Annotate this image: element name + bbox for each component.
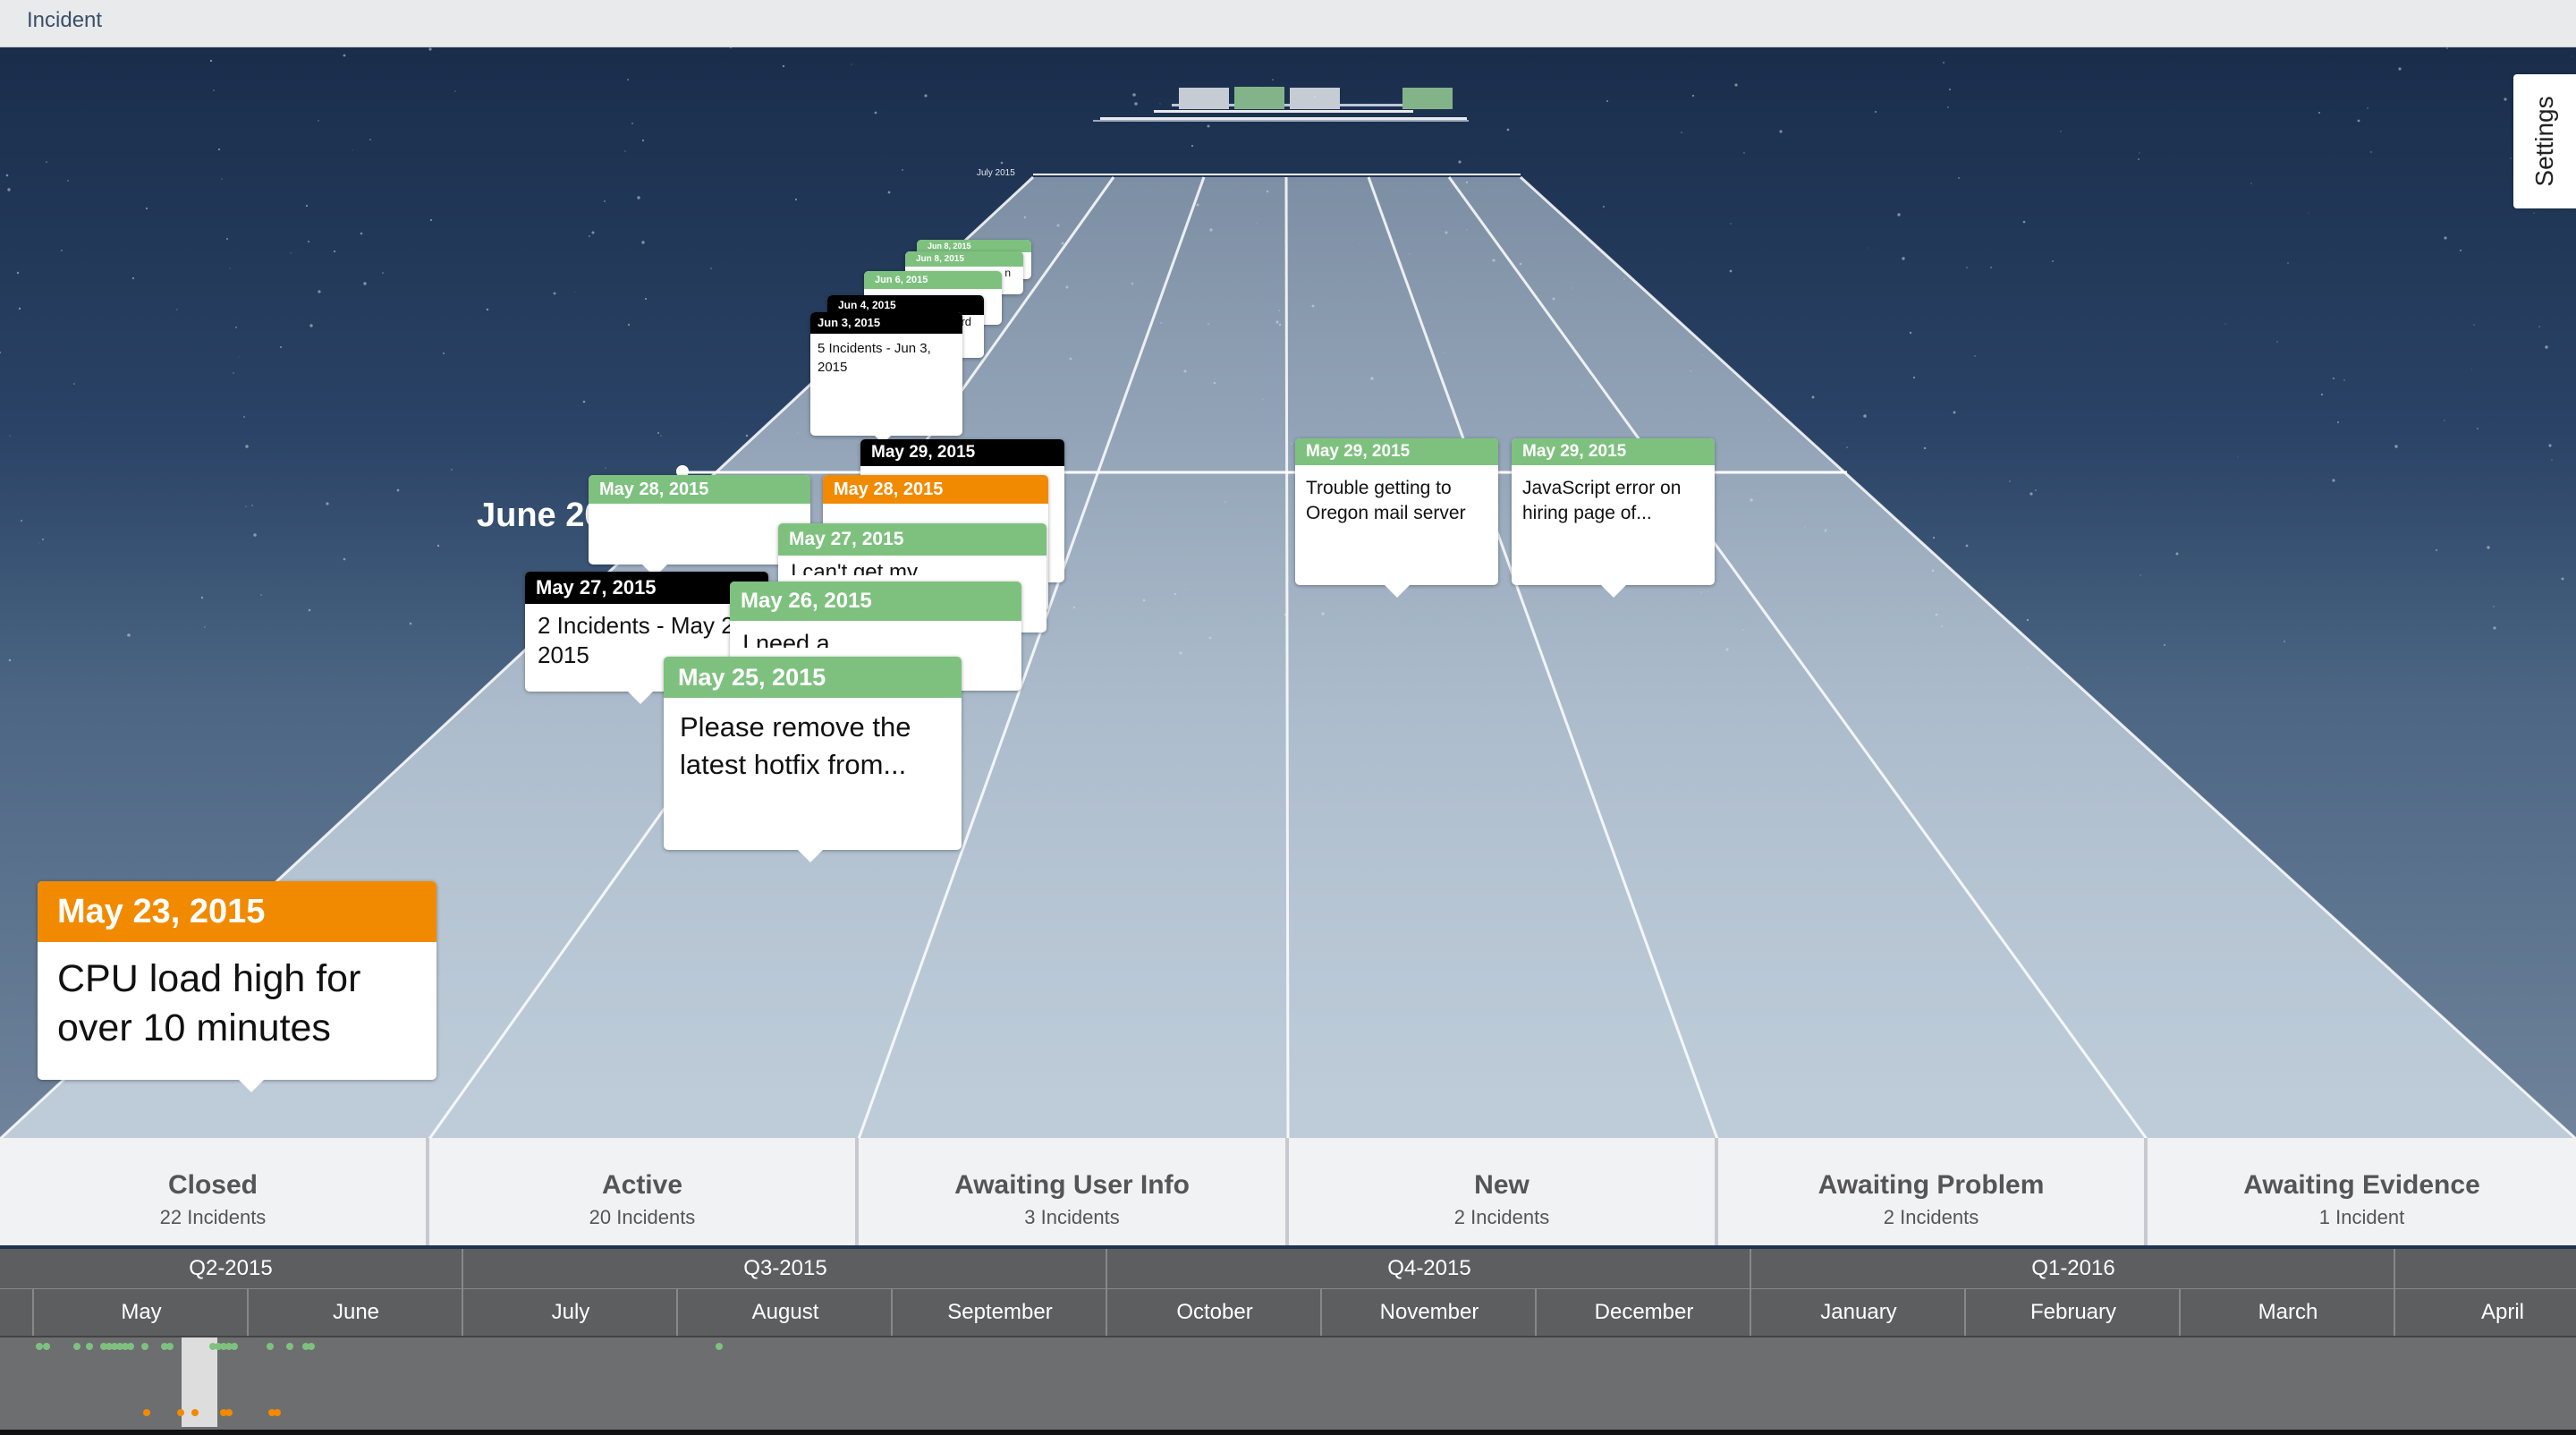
settings-button[interactable]: Settings — [2513, 74, 2576, 208]
quarter-label[interactable]: Q4-2015 — [1106, 1249, 1751, 1288]
incident-dot[interactable] — [231, 1343, 238, 1350]
incident-dot[interactable] — [127, 1343, 134, 1350]
lane-name: Awaiting Problem — [1818, 1170, 2045, 1200]
quarter-row: Q2-2015 Q3-2015 Q4-2015 Q1-2016 — [0, 1249, 2576, 1289]
month-label-december[interactable]: December — [1535, 1289, 1751, 1336]
incident-dot[interactable] — [177, 1409, 184, 1416]
incident-card[interactable]: May 23, 2015 CPU load high for over 10 m… — [38, 881, 436, 1092]
incident-dot[interactable] — [143, 1409, 150, 1416]
timeline-navigator[interactable]: Q2-2015 Q3-2015 Q4-2015 Q1-2016 May June… — [0, 1249, 2576, 1435]
card-summary: Please remove the latest hotfix from... — [680, 711, 911, 780]
incident-dot[interactable] — [274, 1409, 281, 1416]
quarter-label[interactable]: Q1-2016 — [1750, 1249, 2395, 1288]
status-lanes: Closed 22 Incidents Active 20 Incidents … — [0, 1138, 2576, 1245]
card-date: May 29, 2015 — [1295, 438, 1498, 465]
month-label-november[interactable]: November — [1320, 1289, 1537, 1336]
month-label-february[interactable]: February — [1964, 1289, 2181, 1336]
month-label-august[interactable]: August — [676, 1289, 893, 1336]
card-date: May 28, 2015 — [823, 475, 1048, 504]
app-title: Incident — [27, 8, 103, 32]
incident-dot[interactable] — [166, 1343, 174, 1350]
card-date: May 26, 2015 — [730, 582, 1021, 621]
month-label-october[interactable]: October — [1106, 1289, 1322, 1336]
incident-card[interactable]: May 29, 2015 JavaScript error on hiring … — [1512, 438, 1715, 598]
incident-dot[interactable] — [286, 1343, 293, 1350]
month-label-june[interactable]: June — [247, 1289, 463, 1336]
card-date: May 29, 2015 — [860, 439, 1064, 466]
incident-dot[interactable] — [43, 1343, 50, 1350]
card-date: May 25, 2015 — [664, 657, 962, 698]
card-date: Jun 8, 2015 — [917, 240, 1031, 252]
card-date: Jun 8, 2015 — [905, 251, 1023, 267]
incident-dot-row — [0, 1337, 2576, 1431]
incident-dot[interactable] — [191, 1409, 199, 1416]
incident-card[interactable]: May 25, 2015 Please remove the latest ho… — [664, 657, 962, 862]
month-label-september[interactable]: September — [891, 1289, 1107, 1336]
lane-name: Closed — [167, 1170, 258, 1200]
timeline-scene[interactable]: July 2015 June 2015 Jun 8, 2015 Jun 8, 2… — [0, 47, 2576, 1140]
lane-count: 2 Incidents — [1883, 1206, 1979, 1228]
lane-count: 20 Incidents — [589, 1206, 696, 1228]
card-summary: JavaScript error on hiring page of... — [1522, 478, 1682, 523]
card-date: May 27, 2015 — [778, 523, 1046, 556]
month-label-july[interactable]: July — [462, 1289, 678, 1336]
lane-active[interactable]: Active 20 Incidents — [429, 1138, 859, 1245]
card-date: Jun 3, 2015 — [810, 312, 962, 334]
incident-card[interactable]: May 29, 2015 Trouble getting to Oregon m… — [1295, 438, 1498, 598]
month-cell[interactable] — [0, 1289, 32, 1336]
quarter-label[interactable] — [2394, 1249, 2576, 1288]
card-date: May 23, 2015 — [38, 881, 436, 942]
incident-card[interactable]: May 28, 2015 — [589, 475, 810, 577]
month-label-january[interactable]: January — [1750, 1289, 1966, 1336]
card-summary: 5 Incidents - Jun 3, 2015 — [818, 341, 931, 375]
lane-count: 1 Incident — [2318, 1206, 2405, 1228]
lane-awaiting-user-info[interactable]: Awaiting User Info 3 Incidents — [859, 1138, 1289, 1245]
lane-closed[interactable]: Closed 22 Incidents — [0, 1138, 429, 1245]
lane-awaiting-evidence[interactable]: Awaiting Evidence 1 Incident — [2148, 1138, 2576, 1245]
month-row: May June July August September October N… — [0, 1289, 2576, 1337]
quarter-label[interactable]: Q2-2015 — [0, 1249, 462, 1288]
card-date: May 29, 2015 — [1512, 438, 1715, 465]
incident-dot[interactable] — [716, 1343, 723, 1350]
card-date: Jun 6, 2015 — [864, 271, 1002, 289]
incident-dot[interactable] — [141, 1343, 148, 1350]
incident-card[interactable]: Jun 3, 2015 5 Incidents - Jun 3, 2015 — [810, 312, 962, 444]
card-summary: CPU load high for over 10 minutes — [57, 957, 361, 1049]
incident-dot[interactable] — [308, 1343, 315, 1350]
card-date: May 28, 2015 — [589, 475, 810, 504]
month-label-april[interactable]: April — [2394, 1289, 2576, 1336]
lane-count: 3 Incidents — [1024, 1206, 1120, 1228]
bottom-edge — [0, 1430, 2576, 1435]
title-bar: Incident — [0, 0, 2576, 47]
lane-name: New — [1474, 1170, 1530, 1200]
card-summary: Trouble getting to Oregon mail server — [1306, 478, 1466, 523]
month-label-may[interactable]: May — [32, 1289, 249, 1336]
incident-dot[interactable] — [267, 1343, 274, 1350]
quarter-label[interactable]: Q3-2015 — [462, 1249, 1107, 1288]
incident-dot[interactable] — [73, 1343, 80, 1350]
card-summary: I can't get my — [791, 560, 918, 576]
lane-name: Awaiting User Info — [954, 1170, 1190, 1200]
lane-name: Awaiting Evidence — [2243, 1170, 2480, 1200]
lane-count: 22 Incidents — [159, 1206, 267, 1228]
card-summary: I need a — [742, 630, 830, 648]
lane-name: Active — [601, 1170, 683, 1200]
settings-label: Settings — [2530, 96, 2558, 187]
lane-count: 2 Incidents — [1453, 1206, 1550, 1228]
month-label-march[interactable]: March — [2179, 1289, 2395, 1336]
incident-dot[interactable] — [36, 1343, 43, 1350]
incident-dot[interactable] — [86, 1343, 93, 1350]
lane-new[interactable]: New 2 Incidents — [1289, 1138, 1718, 1245]
lane-awaiting-problem[interactable]: Awaiting Problem 2 Incidents — [1718, 1138, 2148, 1245]
far-month-label: July 2015 — [977, 168, 1015, 178]
incident-dot[interactable] — [225, 1409, 233, 1416]
